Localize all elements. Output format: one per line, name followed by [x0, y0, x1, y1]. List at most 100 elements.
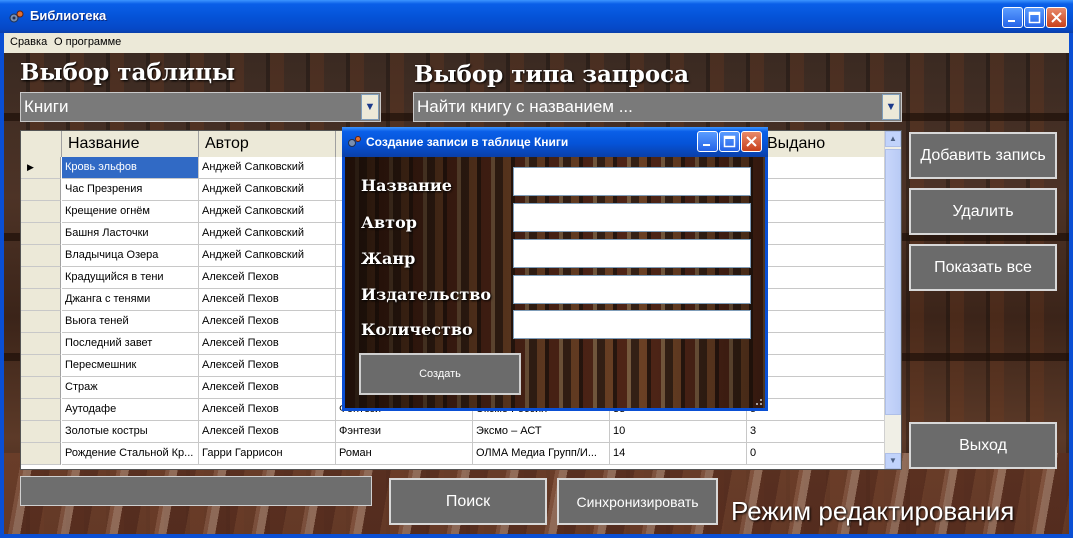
row-header[interactable] [21, 333, 61, 355]
table-cell[interactable]: Алексей Пехов [199, 421, 336, 443]
column-header[interactable]: Название [62, 131, 199, 157]
close-button[interactable] [1046, 7, 1067, 28]
create-record-dialog: Создание записи в таблице Книги Название… [342, 127, 768, 411]
query-type-select[interactable]: Найти книгу с названием ... ▼ [413, 92, 902, 122]
minimize-button[interactable] [1002, 7, 1023, 28]
main-window: Библиотека Сравка О программе Выбор табл… [0, 0, 1073, 538]
dialog-title-bar[interactable]: Создание записи в таблице Книги [342, 127, 768, 157]
app-gear-icon [9, 10, 24, 23]
table-cell[interactable]: Аутодафе [62, 399, 199, 421]
table-cell[interactable]: Кровь эльфов [62, 157, 199, 179]
table-cell[interactable]: Эксмо – АСТ [473, 421, 610, 443]
table-cell[interactable]: Алексей Пехов [199, 333, 336, 355]
table-cell[interactable]: Алексей Пехов [199, 399, 336, 421]
table-select-label: Выбор таблицы [20, 59, 236, 86]
publisher-input[interactable] [513, 275, 751, 304]
row-header[interactable] [21, 267, 61, 289]
row-header[interactable] [21, 289, 61, 311]
table-cell[interactable]: Час Презрения [62, 179, 199, 201]
field-label-publisher: Издательство [361, 285, 492, 304]
grid-vertical-scrollbar[interactable]: ▲ ▼ [884, 131, 901, 469]
close-icon [746, 136, 757, 147]
author-input[interactable] [513, 203, 751, 232]
field-label-genre: Жанр [361, 249, 416, 268]
table-cell[interactable]: Пересмешник [62, 355, 199, 377]
delete-button[interactable]: Удалить [909, 188, 1057, 235]
search-button[interactable]: Поиск [389, 478, 547, 525]
table-cell[interactable]: Башня Ласточки [62, 223, 199, 245]
field-label-author: Автор [361, 213, 417, 232]
table-cell[interactable]: Золотые костры [62, 421, 199, 443]
add-record-button[interactable]: Добавить запись [909, 132, 1057, 179]
table-cell[interactable]: 3 [747, 421, 886, 443]
row-header[interactable] [21, 311, 61, 333]
row-header[interactable] [21, 355, 61, 377]
title-bar[interactable]: Библиотека [0, 0, 1073, 33]
table-cell[interactable]: 0 [747, 443, 886, 465]
table-cell[interactable]: Анджей Сапковский [199, 201, 336, 223]
chevron-down-icon[interactable]: ▼ [361, 94, 379, 120]
scroll-down-icon[interactable]: ▼ [885, 453, 901, 469]
chevron-down-icon[interactable]: ▼ [882, 94, 900, 120]
table-cell[interactable]: Анджей Сапковский [199, 157, 336, 179]
sync-button[interactable]: Синхронизировать [557, 478, 718, 525]
menu-item-spravka[interactable]: Сравка [10, 36, 47, 48]
table-cell[interactable]: Последний завет [62, 333, 199, 355]
table-cell[interactable]: Вьюга теней [62, 311, 199, 333]
table-cell[interactable]: Страж [62, 377, 199, 399]
row-header[interactable] [21, 399, 61, 421]
table-cell[interactable]: Алексей Пехов [199, 289, 336, 311]
table-cell[interactable]: Алексей Пехов [199, 377, 336, 399]
scroll-thumb[interactable] [885, 149, 901, 415]
table-cell[interactable]: Владычица Озера [62, 245, 199, 267]
resize-grip-icon[interactable] [753, 396, 763, 406]
row-header[interactable] [21, 223, 61, 245]
menu-item-about[interactable]: О программе [54, 36, 121, 48]
table-cell[interactable]: Алексей Пехов [199, 311, 336, 333]
table-cell[interactable]: Анджей Сапковский [199, 245, 336, 267]
table-cell[interactable]: Джанга с тенями [62, 289, 199, 311]
table-cell[interactable]: 10 [610, 421, 747, 443]
create-button[interactable]: Создать [359, 353, 521, 395]
menu-bar: Сравка О программе [4, 33, 1069, 53]
show-all-button[interactable]: Показать все [909, 244, 1057, 291]
table-row[interactable]: Рождение Стальной Кр... Гарри Гаррисон Ром… [21, 443, 886, 465]
quantity-input[interactable] [513, 310, 751, 339]
table-cell[interactable]: 14 [610, 443, 747, 465]
row-header[interactable] [21, 377, 61, 399]
grid-corner [21, 131, 62, 157]
table-cell[interactable]: Фэнтези [336, 421, 473, 443]
table-row[interactable]: Золотые костры Алексей Пехов Фэнтези Эксмо … [21, 421, 886, 443]
table-cell[interactable]: Алексей Пехов [199, 267, 336, 289]
query-type-value: Найти книгу с названием ... [417, 97, 633, 116]
column-header[interactable]: Автор [199, 131, 336, 157]
table-cell[interactable]: Крадущийся в тени [62, 267, 199, 289]
row-header[interactable]: ▶ [21, 157, 61, 179]
search-input[interactable] [20, 476, 372, 506]
scroll-up-icon[interactable]: ▲ [885, 131, 901, 147]
row-header[interactable] [21, 443, 61, 465]
title-input[interactable] [513, 167, 751, 196]
dialog-close-button[interactable] [741, 131, 762, 152]
dialog-minimize-button[interactable] [697, 131, 718, 152]
table-select[interactable]: Книги ▼ [20, 92, 381, 122]
query-type-label: Выбор типа запроса [414, 61, 690, 88]
row-header[interactable] [21, 201, 61, 223]
table-cell[interactable]: Алексей Пехов [199, 355, 336, 377]
genre-input[interactable] [513, 239, 751, 268]
table-cell[interactable]: Роман [336, 443, 473, 465]
dialog-title: Создание записи в таблице Книги [366, 135, 569, 149]
maximize-button[interactable] [1024, 7, 1045, 28]
table-cell[interactable]: Рождение Стальной Кр... [62, 443, 199, 465]
table-cell[interactable]: Крещение огнём [62, 201, 199, 223]
row-header[interactable] [21, 245, 61, 267]
table-cell[interactable]: Анджей Сапковский [199, 223, 336, 245]
table-cell[interactable]: ОЛМА Медиа Групп/И... [473, 443, 610, 465]
exit-button[interactable]: Выход [909, 422, 1057, 469]
dialog-maximize-button[interactable] [719, 131, 740, 152]
table-cell[interactable]: Анджей Сапковский [199, 179, 336, 201]
row-header[interactable] [21, 179, 61, 201]
table-cell[interactable]: Гарри Гаррисон [199, 443, 336, 465]
row-header[interactable] [21, 421, 61, 443]
app-gear-icon [348, 136, 361, 147]
